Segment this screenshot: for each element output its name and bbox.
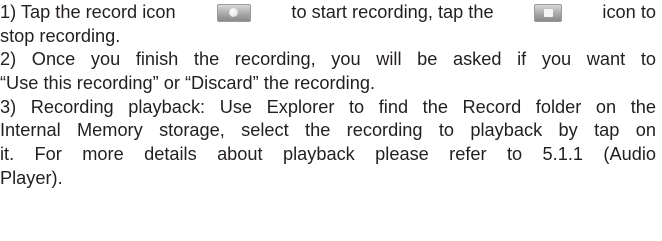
stop-icon: [534, 3, 562, 22]
step-2-line-1: 2) Once you finish the recording, you wi…: [0, 49, 656, 70]
step-1-text-end: icon to: [602, 2, 656, 22]
step-1-line-1: 1) Tap the record icon to start recordin…: [0, 1, 656, 25]
step-1-text-middle: to start recording, tap the: [291, 2, 494, 22]
step-3-line-2: Internal Memory storage, select the reco…: [0, 120, 656, 141]
step-3-line-1: 3) Recording playback: Use Explorer to f…: [0, 96, 656, 117]
step-1-line-2: stop recording.: [0, 25, 121, 46]
record-icon: [216, 3, 251, 22]
step-1-text-start: 1) Tap the record icon: [0, 2, 176, 22]
step-3-line-4: Player).: [0, 167, 63, 188]
step-2-line-2: “Use this recording” or “Discard” the re…: [0, 73, 375, 94]
instruction-text: 1) Tap the record icon to start recordin…: [0, 1, 656, 191]
step-3-line-3: it. For more details about playback plea…: [0, 144, 656, 165]
